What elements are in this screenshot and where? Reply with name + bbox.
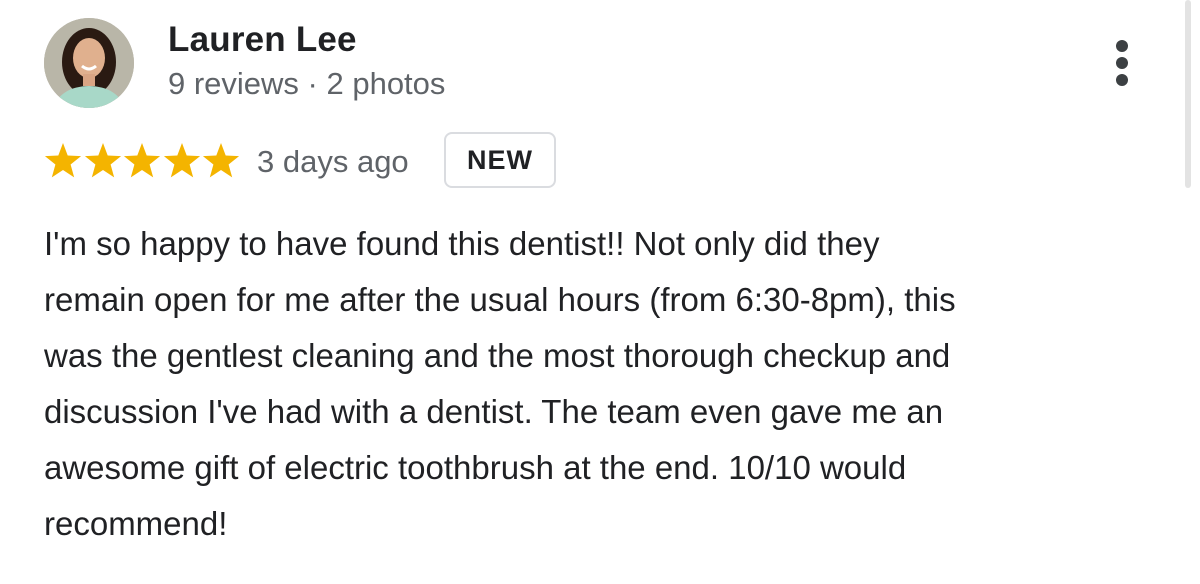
scrollbar[interactable] <box>1185 0 1191 188</box>
star-icon <box>163 143 200 178</box>
review-card: Lauren Lee 9 reviews · 2 photos 3 days a… <box>0 0 1200 584</box>
star-rating <box>44 142 240 180</box>
review-text-line: was the gentlest cleaning and the most t… <box>44 337 951 374</box>
more-options-button[interactable] <box>1104 36 1140 90</box>
star-icon <box>123 143 161 178</box>
review-text-line: discussion I've had with a dentist. The … <box>44 393 944 430</box>
reviewer-name[interactable]: Lauren Lee <box>168 20 357 60</box>
review-date: 3 days ago <box>257 144 409 179</box>
star-icon <box>84 143 121 178</box>
reviewer-avatar[interactable] <box>44 18 134 108</box>
more-vert-icon <box>1116 40 1128 52</box>
person-avatar-icon <box>44 18 134 108</box>
review-text-line: awesome gift of electric toothbrush at t… <box>44 449 907 486</box>
review-text: I'm so happy to have found this dentist!… <box>44 216 1154 552</box>
star-icon <box>44 143 82 178</box>
review-text-line: recommend! <box>44 505 228 542</box>
star-icon <box>202 143 240 178</box>
reviewer-meta: 9 reviews · 2 photos <box>168 66 446 101</box>
review-text-line: remain open for me after the usual hours… <box>44 281 956 318</box>
review-text-line: I'm so happy to have found this dentist!… <box>44 225 880 262</box>
new-badge: NEW <box>444 132 556 188</box>
